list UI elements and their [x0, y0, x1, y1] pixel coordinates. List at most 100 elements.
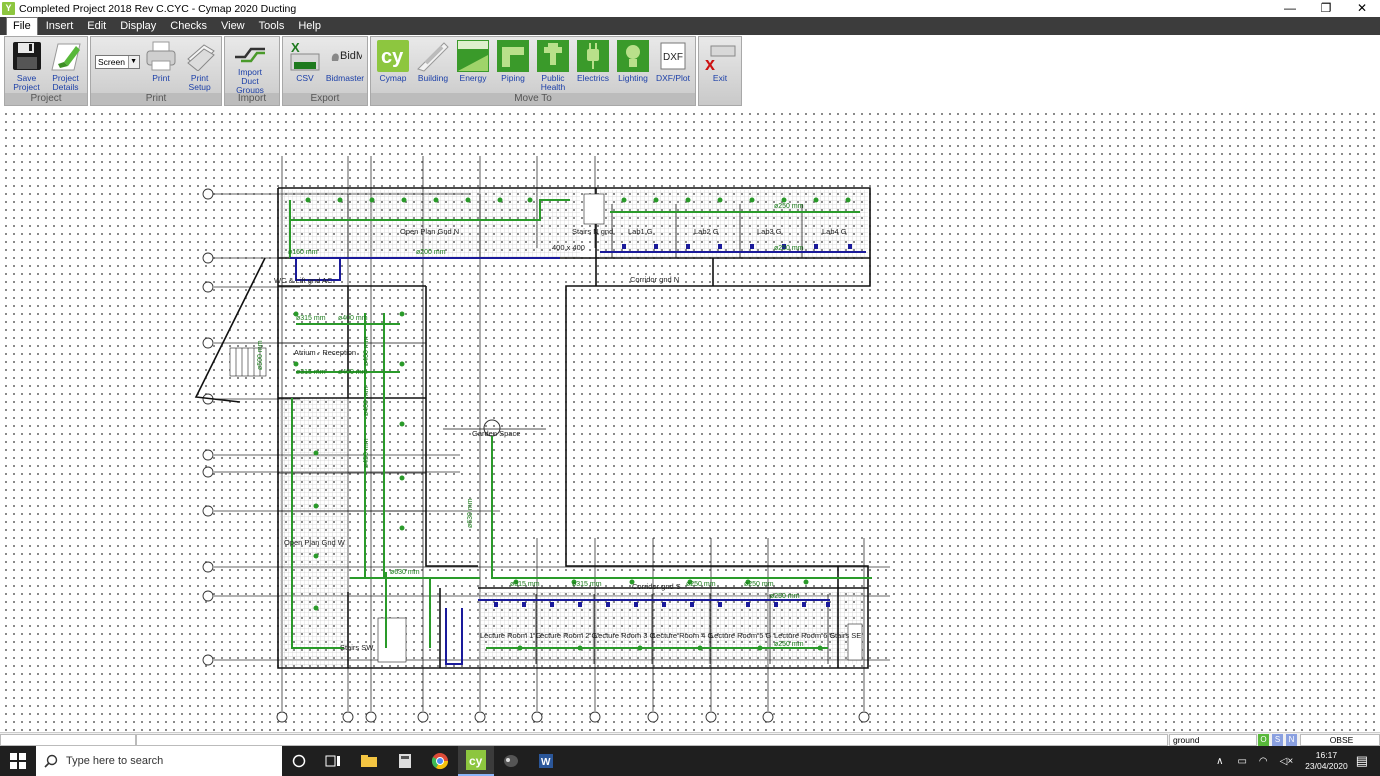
move-to-cymap-button[interactable]: cy Cymap: [373, 39, 413, 95]
menu-checks[interactable]: Checks: [164, 18, 213, 35]
cymap-taskbar-icon[interactable]: cy: [458, 746, 494, 776]
taskbar-search-box[interactable]: Type here to search: [36, 746, 282, 776]
exit-label: Exit: [712, 73, 728, 83]
file-explorer-icon[interactable]: [352, 746, 386, 776]
notifications-icon[interactable]: ▤: [1356, 753, 1368, 769]
layer-name[interactable]: ground: [1169, 734, 1257, 746]
cortana-icon[interactable]: [282, 746, 316, 776]
minimize-button[interactable]: —: [1272, 0, 1308, 17]
cymap-app-icon[interactable]: Y: [2, 2, 15, 15]
save-project-button[interactable]: Save Project: [7, 39, 46, 95]
move-to-public-health-button[interactable]: Public Health: [533, 39, 573, 95]
project-details-button[interactable]: Project Details: [46, 39, 85, 95]
close-button[interactable]: ✕: [1344, 0, 1380, 17]
exit-button[interactable]: x Exit: [701, 39, 739, 95]
drawing-canvas[interactable]: Open Plan Gnd N Stairs N gnd Lab1 G Lab2…: [0, 108, 1380, 732]
extract-grilles: [494, 244, 852, 607]
network-icon[interactable]: ▭: [1237, 756, 1246, 767]
room-label-lecture1: Lecture Room 1 G: [480, 631, 541, 640]
pipe-icon: [496, 39, 530, 73]
print-target-value: Screen: [98, 57, 125, 67]
windows-start-button[interactable]: [0, 746, 36, 776]
duct-label: ø400 mm: [363, 386, 370, 416]
volume-icon[interactable]: ◁×: [1280, 756, 1294, 767]
dxf-plot-label: DXF/Plot: [655, 73, 690, 83]
group-label-import: Import: [225, 93, 279, 105]
bidmaster-button[interactable]: BidM Bidmaster: [325, 39, 365, 95]
save-project-label: Save Project: [13, 73, 40, 92]
cymap-window: Y Completed Project 2018 Rev C.CYC - Cym…: [0, 0, 1380, 776]
status-cell-middle: [136, 734, 1168, 746]
system-tray: ∧ ▭ ◠ ◁× 16:17 23/04/2020 ▤: [1216, 746, 1380, 776]
print-target-select[interactable]: Screen ▼: [95, 55, 140, 69]
windows-logo-icon: [10, 753, 26, 769]
print-setup-button[interactable]: Print Setup: [180, 39, 219, 95]
exit-icon: x: [703, 39, 737, 73]
duct-label: ø250 mm: [770, 593, 800, 600]
move-to-piping-button[interactable]: Piping: [493, 39, 533, 95]
room-label-lecture3: Lecture Room 3 G: [594, 631, 655, 640]
room-label-open-plan-n: Open Plan Gnd N: [400, 227, 459, 236]
duct-label: ø250 mm: [774, 641, 804, 648]
bulb-icon: [616, 39, 650, 73]
tray-chevron-icon[interactable]: ∧: [1216, 756, 1223, 767]
svg-text:X: X: [291, 40, 300, 55]
chrome-icon[interactable]: [423, 746, 457, 776]
task-view-icon[interactable]: [316, 746, 350, 776]
duct-label: ø160 mm: [288, 249, 318, 256]
floor-plan[interactable]: Open Plan Gnd N Stairs N gnd Lab1 G Lab2…: [0, 108, 1380, 732]
menu-edit[interactable]: Edit: [81, 18, 112, 35]
menu-display[interactable]: Display: [114, 18, 162, 35]
csv-export-button[interactable]: X CSV: [285, 39, 325, 95]
snap-mode[interactable]: OBSE: [1300, 734, 1380, 746]
room-label-stairs-se: Stairs SE: [830, 631, 861, 640]
ribbon: Save Project Project Details Project Scr…: [0, 35, 1380, 107]
duct-label: ø400 mm: [338, 369, 368, 376]
bidmaster-label: Bidmaster: [325, 73, 365, 83]
svg-text:cy: cy: [469, 754, 483, 768]
import-duct-groups-button[interactable]: Import Duct Groups: [227, 39, 273, 95]
toggle-o[interactable]: O: [1258, 734, 1269, 746]
public-health-label: Public Health: [540, 73, 566, 92]
menu-tools[interactable]: Tools: [253, 18, 291, 35]
energy-icon: [456, 39, 490, 73]
toggle-n[interactable]: N: [1286, 734, 1297, 746]
print-button[interactable]: Print: [142, 39, 181, 95]
building-label: Building: [417, 73, 449, 83]
room-label-lab4: Lab4 G: [822, 227, 847, 236]
clock-time: 16:17: [1315, 750, 1338, 760]
move-to-energy-button[interactable]: Energy: [453, 39, 493, 95]
move-to-building-button[interactable]: Building: [413, 39, 453, 95]
print-setup-label: Print Setup: [188, 73, 211, 92]
maximize-button[interactable]: ❐: [1308, 0, 1344, 17]
menu-bar: File Insert Edit Display Checks View Too…: [0, 16, 1380, 36]
cymap-label: Cymap: [379, 73, 407, 83]
taskbar-clock[interactable]: 16:17 23/04/2020: [1305, 750, 1348, 772]
menu-insert[interactable]: Insert: [40, 18, 80, 35]
room-label-lab1: Lab1 G: [628, 227, 653, 236]
group-label-export: Export: [283, 93, 367, 105]
duct-label: ø400 mm: [363, 336, 370, 366]
window-controls: — ❐ ✕: [1272, 0, 1380, 17]
menu-help[interactable]: Help: [292, 18, 327, 35]
duct-label: ø315 mm: [510, 581, 540, 588]
menu-view[interactable]: View: [215, 18, 251, 35]
wifi-icon[interactable]: ◠: [1259, 756, 1268, 767]
duct-label: ø250 mm: [686, 581, 716, 588]
move-to-electrics-button[interactable]: Electrics: [573, 39, 613, 95]
group-label-print: Print: [91, 93, 221, 105]
dxf-plot-button[interactable]: DXF DXF/Plot: [653, 39, 693, 95]
calculator-icon[interactable]: [388, 746, 422, 776]
duct-label: ø500 mm: [257, 340, 264, 370]
media-player-icon[interactable]: [494, 746, 528, 776]
menu-file[interactable]: File: [6, 16, 38, 36]
dropdown-arrow-icon[interactable]: ▼: [127, 56, 139, 68]
import-duct-groups-label: Import Duct Groups: [236, 67, 264, 95]
toggle-s[interactable]: S: [1272, 734, 1283, 746]
word-icon[interactable]: W: [529, 746, 563, 776]
room-label-lecture4: Lecture Room 4 G: [652, 631, 713, 640]
move-to-lighting-button[interactable]: Lighting: [613, 39, 653, 95]
svg-text:x: x: [705, 54, 715, 72]
room-label-garden: Garden Space: [472, 429, 520, 438]
duct-label: 400 x 400: [552, 243, 585, 252]
